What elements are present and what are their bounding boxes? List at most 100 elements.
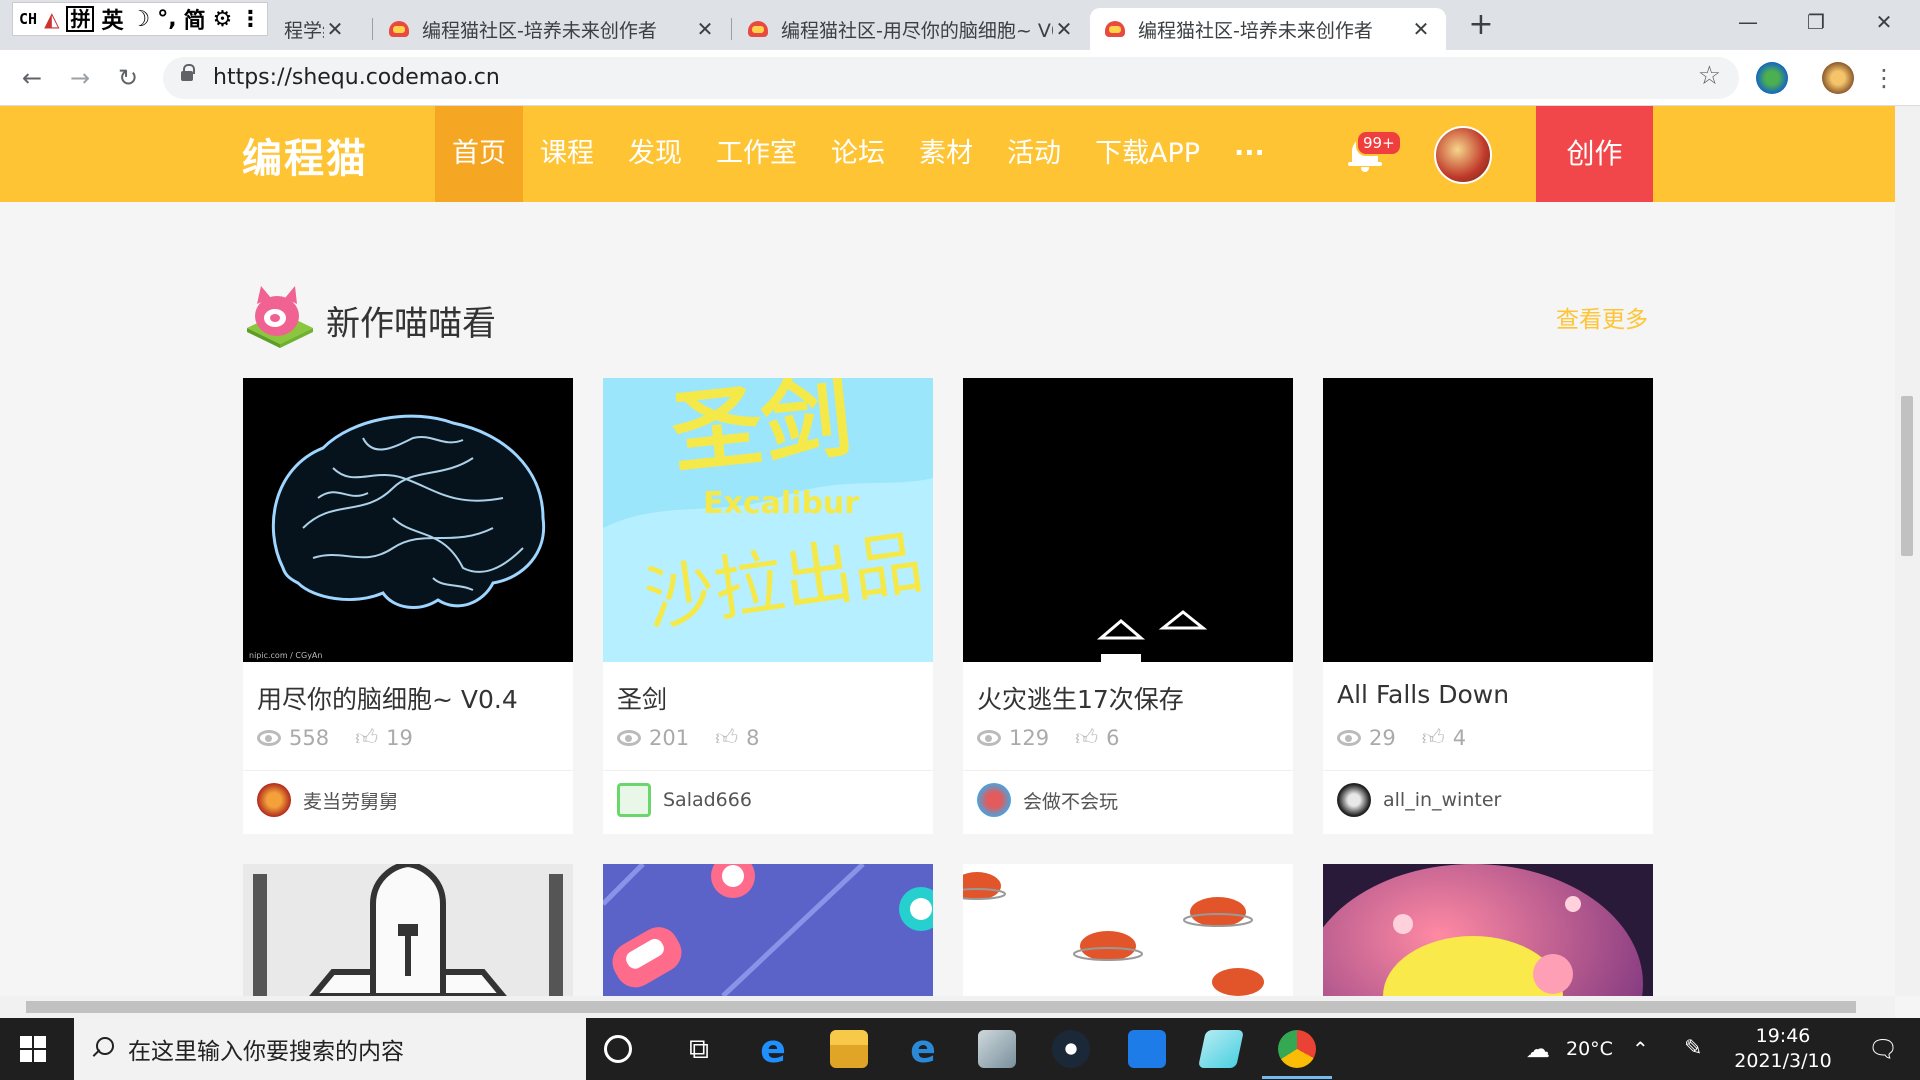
new-tab-button[interactable]: +	[1466, 8, 1496, 42]
nav-more[interactable]: ···	[1217, 106, 1282, 202]
work-title[interactable]: 火灾逃生17次保存	[977, 680, 1184, 716]
back-arrow-icon[interactable]: ←	[14, 60, 50, 96]
nav-courses[interactable]: 课程	[523, 106, 611, 202]
work-card[interactable]	[963, 864, 1293, 996]
ime-moon-icon[interactable]: ☽	[130, 7, 150, 32]
see-more-link[interactable]: 查看更多	[1556, 300, 1648, 334]
nav-forum[interactable]: 论坛	[814, 106, 902, 202]
chrome-icon[interactable]	[1262, 1030, 1332, 1079]
ime-mode-label[interactable]: CH	[19, 10, 37, 28]
close-tab-icon[interactable]: ✕	[694, 17, 716, 41]
address-bar[interactable]: https://shequ.codemao.cn ☆	[163, 57, 1739, 99]
create-button[interactable]: 创作	[1536, 106, 1653, 202]
minimize-button[interactable]: —	[1720, 6, 1776, 38]
clock-date: 2021/3/10	[1734, 1050, 1832, 1072]
close-window-button[interactable]: ✕	[1856, 6, 1912, 38]
vertical-scrollbar[interactable]	[1895, 106, 1920, 996]
browser-tab[interactable]: 编程猫社区-培养未来创作者 ✕	[374, 8, 730, 50]
author[interactable]: all_in_winter	[1337, 782, 1501, 818]
nav-assets[interactable]: 素材	[902, 106, 990, 202]
close-tab-icon[interactable]: ✕	[324, 17, 346, 41]
bookmark-star-icon[interactable]: ☆	[1698, 61, 1721, 91]
codemao-logo[interactable]: 编程猫	[242, 126, 368, 184]
author-name[interactable]: 麦当劳舅舅	[303, 787, 398, 814]
work-thumbnail[interactable]: 圣剑 Excalibur 沙拉出品	[603, 378, 933, 662]
url-text[interactable]: https://shequ.codemao.cn	[213, 65, 500, 90]
work-card[interactable]: 火灾逃生17次保存 129 👍︎ 6 会做不会玩	[963, 378, 1293, 834]
work-card[interactable]: nipic.com / CGyAn 用尽你的脑细胞~ V0.4 558 👍︎ 1…	[243, 378, 573, 834]
work-thumbnail[interactable]	[1323, 378, 1653, 662]
taskbar-search-box[interactable]: 在这里输入你要搜索的内容	[74, 1018, 586, 1080]
vertical-scroll-thumb[interactable]	[1901, 396, 1913, 556]
thumbs-up-icon[interactable]: 👍︎	[1075, 724, 1098, 751]
work-card[interactable]: 圣剑 Excalibur 沙拉出品 圣剑 201 👍︎ 8 Salad666	[603, 378, 933, 834]
author-avatar[interactable]	[617, 783, 651, 817]
close-tab-icon[interactable]: ✕	[1410, 17, 1432, 41]
file-explorer-icon[interactable]	[830, 1030, 868, 1068]
ime-lang-toggle[interactable]: 英	[101, 3, 123, 35]
nav-studio[interactable]: 工作室	[699, 106, 814, 202]
weather-icon[interactable]: ☁	[1526, 1018, 1550, 1080]
close-tab-icon[interactable]: ✕	[1053, 17, 1075, 41]
author[interactable]: Salad666	[617, 782, 752, 818]
author-name[interactable]: Salad666	[663, 789, 752, 811]
author-avatar[interactable]	[1337, 783, 1371, 817]
extension-globe-icon[interactable]	[1756, 62, 1788, 94]
browser-tab-active[interactable]: 编程猫社区-培养未来创作者 ✕	[1090, 8, 1446, 50]
work-card[interactable]: All Falls Down 29 👍︎ 4 all_in_winter	[1323, 378, 1653, 834]
pen-icon[interactable]: ✎	[1684, 1018, 1702, 1080]
horizontal-scrollbar[interactable]	[0, 996, 1895, 1018]
work-title[interactable]: 圣剑	[617, 680, 667, 716]
reload-icon[interactable]: ↻	[110, 60, 146, 96]
nav-events[interactable]: 活动	[990, 106, 1078, 202]
ime-toolbar[interactable]: CH ◭ 拼 英 ☽ °, 简 ⚙ ⋮	[12, 2, 269, 36]
cortana-icon[interactable]	[604, 1035, 632, 1063]
search-placeholder[interactable]: 在这里输入你要搜索的内容	[128, 1032, 404, 1066]
windows-start-icon[interactable]	[20, 1036, 46, 1062]
notification-center-icon[interactable]: 🗨︎	[1868, 1018, 1898, 1080]
app-icon[interactable]	[1197, 1030, 1245, 1068]
app-icon[interactable]	[978, 1030, 1016, 1068]
internet-explorer-icon[interactable]: e	[754, 1030, 792, 1068]
ime-grid-icon[interactable]: 拼	[66, 6, 95, 32]
work-title[interactable]: 用尽你的脑细胞~ V0.4	[257, 680, 518, 716]
work-card[interactable]	[603, 864, 933, 996]
lock-icon[interactable]	[181, 64, 195, 81]
app-icon[interactable]	[1128, 1030, 1166, 1068]
steam-icon[interactable]	[1052, 1030, 1090, 1068]
restore-button[interactable]: ❐	[1788, 6, 1844, 38]
weather-temp[interactable]: 20°C	[1566, 1018, 1613, 1080]
author-name[interactable]: all_in_winter	[1383, 789, 1501, 811]
nav-discover[interactable]: 发现	[611, 106, 699, 202]
author[interactable]: 麦当劳舅舅	[257, 782, 398, 818]
task-view-icon[interactable]: ⧉	[680, 1030, 718, 1068]
ime-script-toggle[interactable]: 简	[184, 3, 206, 35]
ime-punct-icon[interactable]: °,	[157, 7, 176, 32]
work-thumbnail[interactable]: nipic.com / CGyAn	[243, 378, 573, 662]
nav-home[interactable]: 首页	[435, 106, 523, 202]
horizontal-scroll-thumb[interactable]	[26, 1001, 1856, 1013]
author-avatar[interactable]	[257, 783, 291, 817]
thumbs-up-icon[interactable]: 👍︎	[715, 724, 738, 751]
thumbs-up-icon[interactable]: 👍︎	[1422, 724, 1445, 751]
nav-download-app[interactable]: 下载APP	[1078, 106, 1217, 202]
thumbs-up-icon[interactable]: 👍︎	[355, 724, 378, 751]
browser-tab[interactable]: 编程猫社区-用尽你的脑细胞~ V0 ✕	[733, 8, 1089, 50]
forward-arrow-icon[interactable]: →	[62, 60, 98, 96]
author-name[interactable]: 会做不会玩	[1023, 787, 1118, 814]
ime-more-icon[interactable]: ⋮	[239, 7, 261, 32]
chrome-menu-icon[interactable]: ⋮	[1866, 60, 1902, 96]
sword-cover-image: 圣剑 Excalibur 沙拉出品	[603, 378, 933, 662]
author-avatar[interactable]	[977, 783, 1011, 817]
edge-icon[interactable]: e	[904, 1030, 942, 1068]
work-title[interactable]: All Falls Down	[1337, 680, 1509, 709]
ime-settings-icon[interactable]: ⚙	[213, 7, 233, 32]
work-card[interactable]	[243, 864, 573, 996]
system-clock[interactable]: 19:46 2021/3/10	[1708, 1024, 1858, 1074]
profile-avatar-icon[interactable]	[1822, 62, 1854, 94]
user-avatar[interactable]	[1434, 126, 1492, 184]
work-card[interactable]	[1323, 864, 1653, 996]
author[interactable]: 会做不会玩	[977, 782, 1118, 818]
chevron-up-icon[interactable]: ⌃	[1632, 1018, 1649, 1080]
work-thumbnail[interactable]	[963, 378, 1293, 662]
